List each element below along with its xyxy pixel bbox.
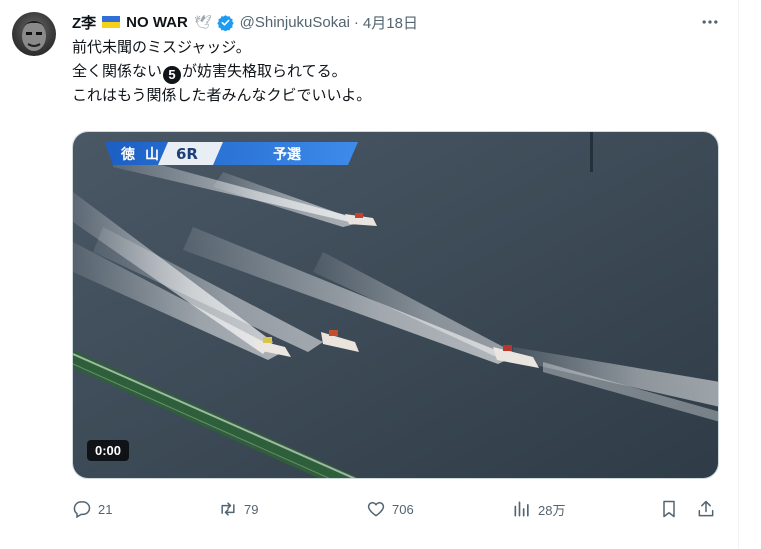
repost-count: 79 bbox=[244, 501, 259, 517]
action-bar: 21 79 706 28万 bbox=[72, 494, 722, 524]
tweet-date[interactable]: 4月18日 bbox=[363, 12, 418, 33]
overlay-race: 6R bbox=[176, 145, 198, 163]
dove-icon: 🕊 bbox=[193, 13, 212, 30]
circled-number-5: 5 bbox=[163, 66, 182, 84]
video-player[interactable]: 徳 山 6R 予選 bbox=[72, 131, 719, 479]
overlay-venue-2: 山 bbox=[145, 147, 159, 163]
tweet-text: 前代未聞のミスジャッジ。 全く関係ない 5 が妨害失格取られてる。 これはもう関係し… bbox=[72, 36, 712, 108]
tweet-line-3: これはもう関係した者みんなクビでいいよ。 bbox=[72, 87, 372, 104]
separator: · bbox=[353, 13, 359, 31]
share-button[interactable] bbox=[696, 494, 716, 524]
overlay-stage: 予選 bbox=[273, 147, 301, 163]
more-icon[interactable] bbox=[698, 10, 722, 34]
like-button[interactable]: 706 bbox=[366, 494, 414, 524]
like-count: 706 bbox=[392, 501, 414, 517]
views-icon bbox=[514, 501, 529, 517]
like-icon bbox=[367, 501, 385, 517]
video-timestamp: 0:00 bbox=[87, 440, 130, 461]
avatar[interactable] bbox=[12, 12, 56, 56]
display-name[interactable]: Z李 bbox=[72, 12, 96, 33]
reply-count: 21 bbox=[98, 501, 113, 517]
display-name-suffix[interactable]: NO WAR bbox=[126, 14, 188, 31]
repost-icon bbox=[221, 502, 235, 516]
views-count: 28万 bbox=[538, 502, 566, 518]
column-divider bbox=[738, 0, 739, 549]
tweet-line-2-post: が妨害失格取られてる。 bbox=[182, 63, 347, 80]
repost-button[interactable]: 79 bbox=[218, 494, 258, 524]
ukraine-flag-icon bbox=[102, 16, 121, 28]
tweet-header: Z李 NO WAR 🕊 @ShinjukuSokai · 4月18日 bbox=[72, 12, 418, 32]
reply-icon bbox=[73, 501, 91, 519]
user-handle[interactable]: @ShinjukuSokai bbox=[240, 14, 350, 31]
tweet-line-1: 前代未聞のミスジャッジ。 bbox=[72, 39, 251, 56]
verified-badge-icon[interactable] bbox=[216, 14, 234, 31]
tweet-line-2-pre: 全く関係ない bbox=[72, 63, 163, 80]
bookmark-icon bbox=[663, 500, 675, 518]
share-icon bbox=[698, 500, 714, 517]
bookmark-button[interactable] bbox=[659, 494, 679, 524]
reply-button[interactable]: 21 bbox=[72, 494, 112, 524]
views-button[interactable]: 28万 bbox=[512, 494, 565, 524]
tweet-line-2: 全く関係ない 5 が妨害失格取られてる。 bbox=[72, 60, 712, 84]
overlay-venue-1: 徳 bbox=[120, 146, 135, 163]
